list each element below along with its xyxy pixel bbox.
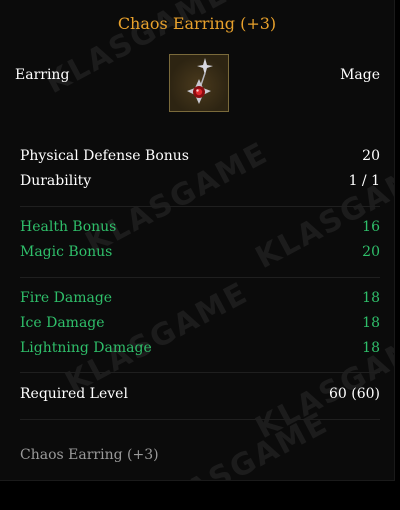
stat-label-ice-damage: Ice Damage	[20, 315, 105, 331]
stat-value-durability: 1 / 1	[348, 173, 380, 189]
divider	[20, 206, 380, 207]
chaos-earring-icon	[187, 58, 213, 104]
stat-value-health-bonus: 16	[362, 219, 380, 235]
required-level-value: 60 (60)	[328, 386, 380, 402]
stat-value-fire-damage: 18	[362, 290, 380, 306]
item-footer-name: Chaos Earring (+3)	[20, 447, 159, 463]
stat-label-health-bonus: Health Bonus	[20, 219, 117, 235]
divider	[20, 419, 380, 420]
divider	[20, 277, 380, 278]
required-level-label: Required Level	[20, 386, 128, 402]
stat-label-fire-damage: Fire Damage	[20, 290, 113, 306]
stat-label-lightning-damage: Lightning Damage	[20, 340, 152, 356]
item-icon-frame	[169, 54, 229, 112]
stat-value-magic-bonus: 20	[362, 244, 380, 260]
stat-value-ice-damage: 18	[362, 315, 380, 331]
divider	[20, 372, 380, 373]
stat-value-physical-defense: 20	[362, 148, 380, 164]
watermark: KLASGAME	[140, 405, 335, 481]
stat-label-physical-defense: Physical Defense Bonus	[20, 148, 189, 164]
stat-label-magic-bonus: Magic Bonus	[20, 244, 113, 260]
item-tooltip: KLASGAME KLASGAME KLASGAME KLASGAME KLAS…	[0, 0, 395, 481]
item-type-label: Earring	[15, 67, 70, 83]
stat-value-lightning-damage: 18	[362, 340, 380, 356]
item-class-label: Mage	[340, 67, 380, 83]
item-title: Chaos Earring (+3)	[117, 14, 277, 33]
stat-label-durability: Durability	[20, 173, 92, 189]
